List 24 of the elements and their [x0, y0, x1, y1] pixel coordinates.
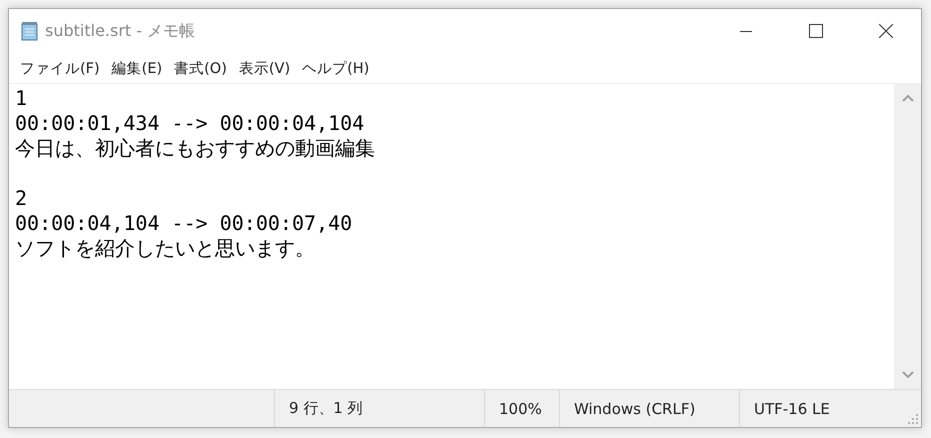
menu-item[interactable]: 編集(E) — [106, 58, 168, 78]
menu-item[interactable]: 書式(O) — [169, 58, 232, 78]
scroll-up-icon[interactable] — [902, 94, 914, 102]
cue-number: 2 — [15, 186, 28, 211]
line-ending: Windows (CRLF) — [574, 400, 696, 418]
resize-grip-icon[interactable] — [908, 414, 918, 424]
notepad-icon — [21, 21, 39, 41]
menu-item[interactable]: ヘルプ(H) — [297, 58, 374, 78]
maximize-icon — [809, 24, 823, 38]
menu-item[interactable]: 表示(V) — [234, 58, 296, 78]
scroll-down-icon[interactable] — [902, 371, 914, 379]
cue-timing: 00:00:01,434 --> 00:00:04,104 — [15, 111, 366, 136]
menu-item[interactable]: ファイル(F) — [15, 58, 105, 78]
cue-text: 今日は、初心者にもおすすめの動画編集 — [15, 136, 376, 161]
vertical-scrollbar[interactable] — [894, 84, 921, 389]
window-title: subtitle.srt - メモ帳 — [45, 20, 196, 42]
text-editor[interactable]: 1 00:00:01,434 --> 00:00:04,104 今日は、初心者にもおすすめの動画編集 2 00:00:04,104 --> 00:00:07,40 ソフトを紹介したいと思います。 — [9, 84, 894, 389]
zoom-level: 100% — [499, 400, 542, 418]
cue-timing: 00:00:04,104 --> 00:00:07,40 — [15, 211, 354, 236]
close-icon — [879, 24, 893, 38]
cue-text: ソフトを紹介したいと思います。 — [15, 236, 316, 261]
encoding: UTF-16 LE — [754, 400, 830, 418]
cursor-position: 9 行、1 列 — [289, 399, 363, 418]
cue-number: 1 — [15, 86, 28, 111]
